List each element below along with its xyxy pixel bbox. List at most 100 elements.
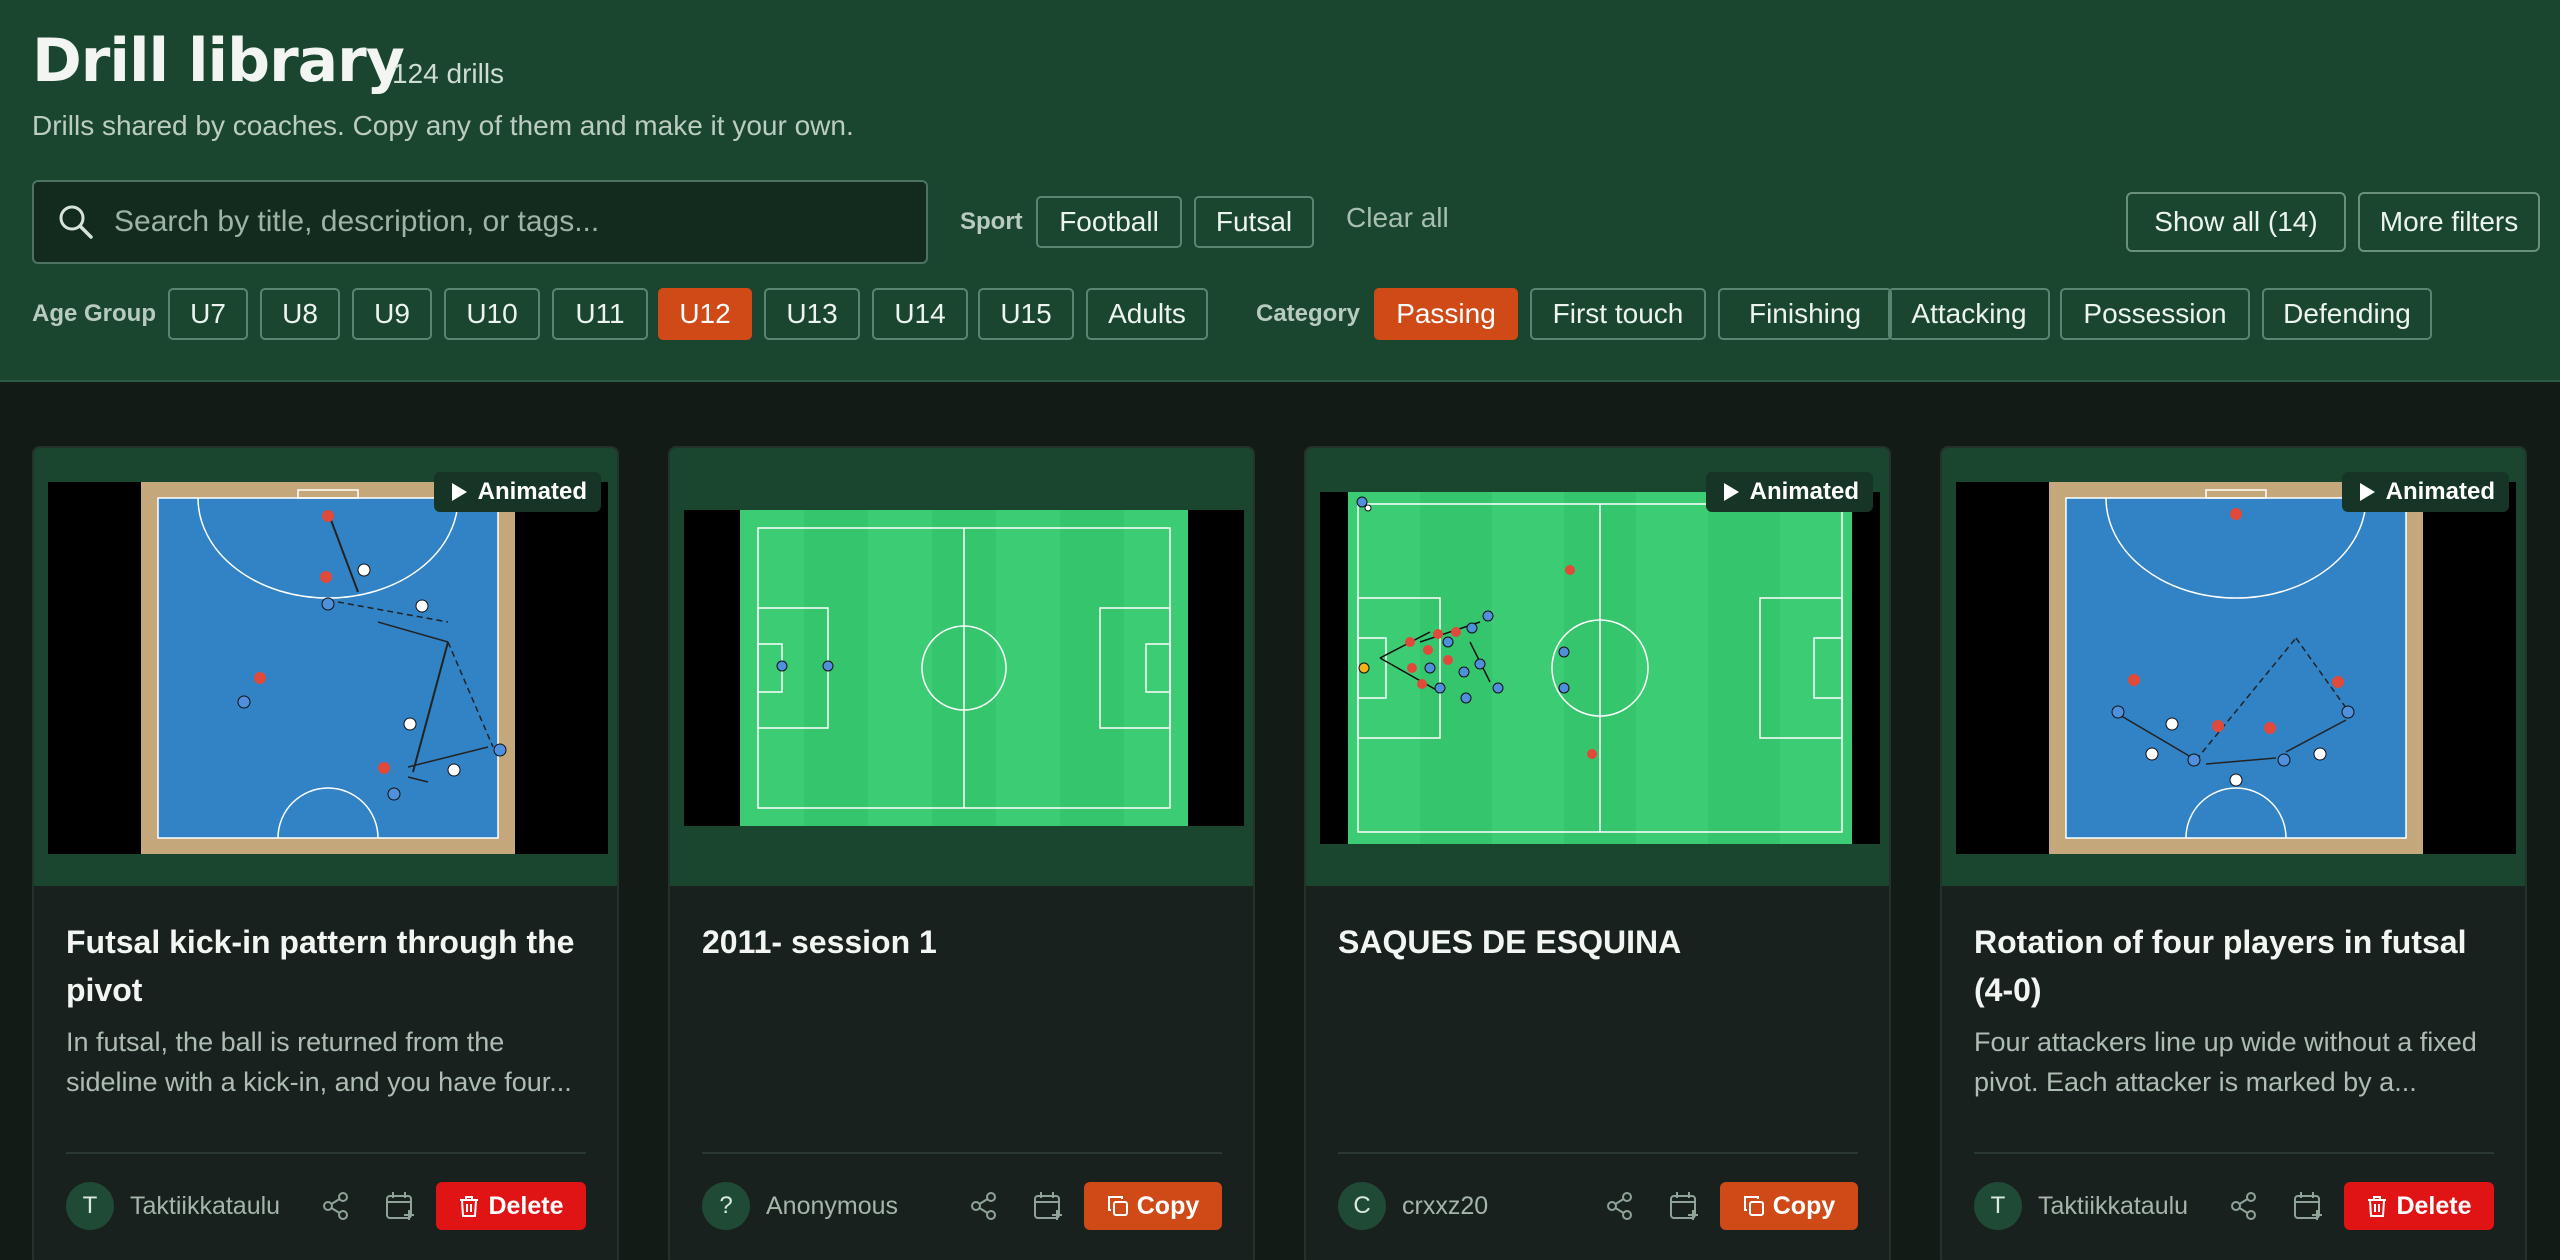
category-filter-label: Category — [1256, 300, 1361, 327]
drill-count: 124 drills — [392, 58, 505, 89]
drill-title[interactable]: SAQUES DE ESQUINA — [1338, 918, 1858, 966]
age-chip-u12[interactable]: U12 — [658, 288, 752, 340]
drill-card[interactable]: 2011- session 1 ? Anonymous Copy — [668, 446, 1255, 1260]
drill-description: Four attackers line up wide without a fi… — [1974, 1027, 2477, 1097]
drill-preview — [684, 510, 1244, 826]
age-chip-u14[interactable]: U14 — [872, 288, 968, 340]
animated-badge-label: Animated — [2385, 478, 2495, 505]
drill-preview — [1320, 492, 1880, 844]
page-header: Drill library 124 drills Drills shared b… — [0, 0, 2560, 382]
age-chip-u10[interactable]: U10 — [444, 288, 540, 340]
show-all-button[interactable]: Show all (14) — [2126, 192, 2346, 252]
card-divider — [1338, 1152, 1858, 1154]
calendar-add-icon — [2294, 1192, 2322, 1220]
delete-button[interactable]: Delete — [436, 1182, 586, 1230]
drill-preview — [1956, 482, 2516, 854]
delete-button[interactable]: Delete — [2344, 1182, 2494, 1230]
drill-description: In futsal, the ball is returned from the… — [66, 1027, 572, 1097]
animated-badge: Animated — [433, 472, 601, 512]
copy-button[interactable]: Copy — [1720, 1182, 1858, 1230]
author-avatar: ? — [702, 1182, 750, 1230]
play-icon — [1723, 483, 1739, 501]
clear-all-link[interactable]: Clear all — [1346, 202, 1449, 234]
author-avatar: T — [1974, 1182, 2022, 1230]
share-icon — [2231, 1192, 2256, 1220]
drill-card[interactable]: Animated Rotation of four players in fut… — [1940, 446, 2527, 1260]
author-name: Taktiikkataulu — [130, 1192, 281, 1220]
sport-chip-football[interactable]: Football — [1036, 196, 1182, 248]
drill-thumbnail[interactable]: Animated — [1942, 448, 2525, 886]
sport-filter-label: Sport — [960, 208, 1023, 235]
drill-description — [1338, 1022, 1858, 1102]
share-button[interactable] — [964, 1186, 1004, 1226]
age-chip-adults[interactable]: Adults — [1086, 288, 1208, 340]
calendar-add-icon — [1034, 1192, 1062, 1220]
category-chip-passing[interactable]: Passing — [1374, 288, 1518, 340]
copy-button-label: Copy — [1136, 1191, 1200, 1220]
age-chip-u8[interactable]: U8 — [260, 288, 340, 340]
copy-button[interactable]: Copy — [1084, 1182, 1222, 1230]
drill-description — [702, 1022, 1222, 1102]
calendar-add-icon — [386, 1192, 414, 1220]
search-icon — [59, 205, 93, 239]
drill-title[interactable]: Futsal kick-in pattern through the pivot — [66, 918, 586, 1014]
animated-badge-label: Animated — [1749, 478, 1859, 505]
category-chip-defending[interactable]: Defending — [2262, 288, 2432, 340]
drill-title[interactable]: 2011- session 1 — [702, 918, 1222, 966]
share-button[interactable] — [1600, 1186, 1640, 1226]
card-divider — [66, 1152, 586, 1154]
delete-button-label: Delete — [2396, 1191, 2472, 1220]
drill-thumbnail[interactable] — [670, 448, 1253, 886]
age-chip-u9[interactable]: U9 — [352, 288, 432, 340]
age-chip-u11[interactable]: U11 — [552, 288, 648, 340]
drill-title[interactable]: Rotation of four players in futsal (4-0) — [1974, 918, 2494, 1014]
search-input[interactable] — [114, 196, 904, 248]
share-icon — [1607, 1192, 1632, 1220]
search-box[interactable] — [32, 180, 928, 264]
age-group-label: Age Group — [32, 300, 156, 327]
author-avatar: C — [1338, 1182, 1386, 1230]
schedule-button[interactable] — [2288, 1186, 2328, 1226]
page-subtitle: Drills shared by coaches. Copy any of th… — [32, 110, 854, 141]
schedule-button[interactable] — [380, 1186, 420, 1226]
category-chip-attacking[interactable]: Attacking — [1888, 288, 2050, 340]
category-chip-first-touch[interactable]: First touch — [1530, 288, 1706, 340]
drill-card[interactable]: Animated Futsal kick-in pattern through … — [32, 446, 619, 1260]
copy-icon — [1107, 1196, 1128, 1216]
play-icon — [451, 483, 467, 501]
share-button[interactable] — [2224, 1186, 2264, 1226]
author-name: Taktiikkataulu — [2038, 1192, 2189, 1220]
animated-badge-label: Animated — [477, 478, 587, 505]
sport-chip-futsal[interactable]: Futsal — [1194, 196, 1314, 248]
age-chip-u13[interactable]: U13 — [764, 288, 860, 340]
copy-icon — [1743, 1196, 1764, 1216]
play-icon — [2359, 483, 2375, 501]
card-divider — [702, 1152, 1222, 1154]
trash-icon — [2368, 1196, 2387, 1217]
author-name: crxxz20 — [1402, 1192, 1489, 1220]
age-chip-u7[interactable]: U7 — [168, 288, 248, 340]
share-button[interactable] — [316, 1186, 356, 1226]
copy-button-label: Copy — [1772, 1191, 1836, 1220]
drill-card[interactable]: Animated SAQUES DE ESQUINA C crxxz20 Cop… — [1304, 446, 1891, 1260]
drill-thumbnail[interactable]: Animated — [1306, 448, 1889, 886]
age-chip-u15[interactable]: U15 — [978, 288, 1074, 340]
schedule-button[interactable] — [1664, 1186, 1704, 1226]
animated-badge: Animated — [2341, 472, 2509, 512]
delete-button-label: Delete — [488, 1191, 564, 1220]
schedule-button[interactable] — [1028, 1186, 1068, 1226]
category-chip-possession[interactable]: Possession — [2060, 288, 2250, 340]
page-title: Drill library — [32, 26, 405, 96]
drill-preview — [48, 482, 608, 854]
share-icon — [323, 1192, 348, 1220]
trash-icon — [460, 1196, 479, 1217]
share-icon — [971, 1192, 996, 1220]
category-chip-finishing[interactable]: Finishing — [1718, 288, 1892, 340]
animated-badge: Animated — [1705, 472, 1873, 512]
drill-thumbnail[interactable]: Animated — [34, 448, 617, 886]
author-avatar: T — [66, 1182, 114, 1230]
more-filters-button[interactable]: More filters — [2358, 192, 2540, 252]
card-divider — [1974, 1152, 2494, 1154]
author-name: Anonymous — [766, 1192, 899, 1220]
calendar-add-icon — [1670, 1192, 1698, 1220]
